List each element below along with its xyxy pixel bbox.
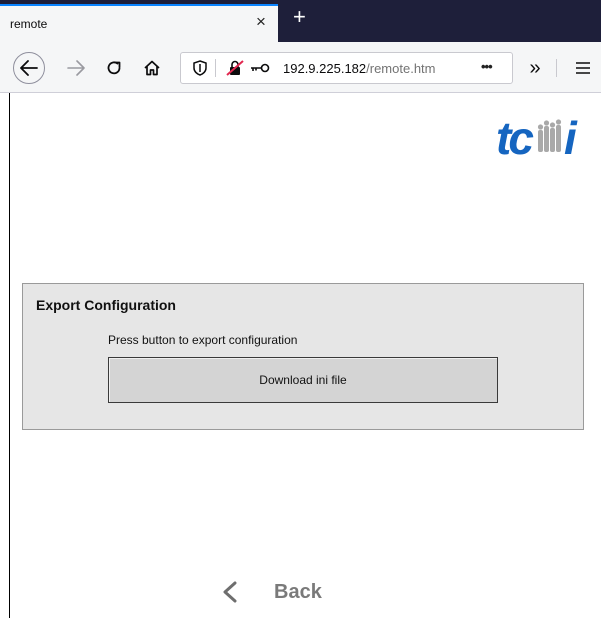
chevron-left-icon [212,574,248,610]
export-configuration-panel: Export Configuration Press button to exp… [22,283,584,430]
back-link[interactable]: Back [212,574,322,610]
key-icon[interactable] [249,53,271,83]
shield-icon[interactable] [191,53,209,83]
back-label: Back [274,580,322,603]
toolbar-divider [556,59,557,77]
svg-text:i: i [564,112,578,162]
url-path: /remote.htm [366,61,436,76]
url-divider [215,59,216,77]
new-tab-icon[interactable]: + [293,4,306,30]
navigation-toolbar: 192.9.225.182/remote.htm ••• » [0,42,601,93]
svg-text:tc: tc [496,112,533,162]
reload-icon [107,61,121,75]
panel-hint: Press button to export configuration [108,333,298,347]
tcmi-logo: tc i [494,104,586,164]
arrow-right-icon [67,60,85,76]
page-actions-icon[interactable]: ••• [481,59,493,74]
tab-title: remote [10,17,48,31]
tcmi-logo-graphic: tc i [496,112,578,164]
home-icon [144,60,160,76]
panel-title: Export Configuration [36,297,176,313]
hamburger-menu-button[interactable] [568,53,598,83]
forward-button[interactable] [61,53,91,83]
arrow-left-icon [20,60,38,76]
home-button[interactable] [137,53,167,83]
download-ini-button[interactable]: Download ini file [108,357,498,403]
url-host: 192.9.225.182 [283,61,367,76]
tab-active[interactable]: remote × [0,4,278,42]
insecure-lock-icon[interactable] [225,53,245,83]
tab-strip: remote × + [0,0,601,42]
page-left-border [9,93,10,618]
overflow-menu-button[interactable]: » [520,53,550,83]
url-bar[interactable]: 192.9.225.182/remote.htm ••• [180,52,513,84]
reload-button[interactable] [99,53,129,83]
tab-close-icon[interactable]: × [256,12,266,32]
hamburger-icon [576,62,590,74]
url-text: 192.9.225.182/remote.htm [283,61,453,76]
back-button[interactable] [13,52,45,84]
